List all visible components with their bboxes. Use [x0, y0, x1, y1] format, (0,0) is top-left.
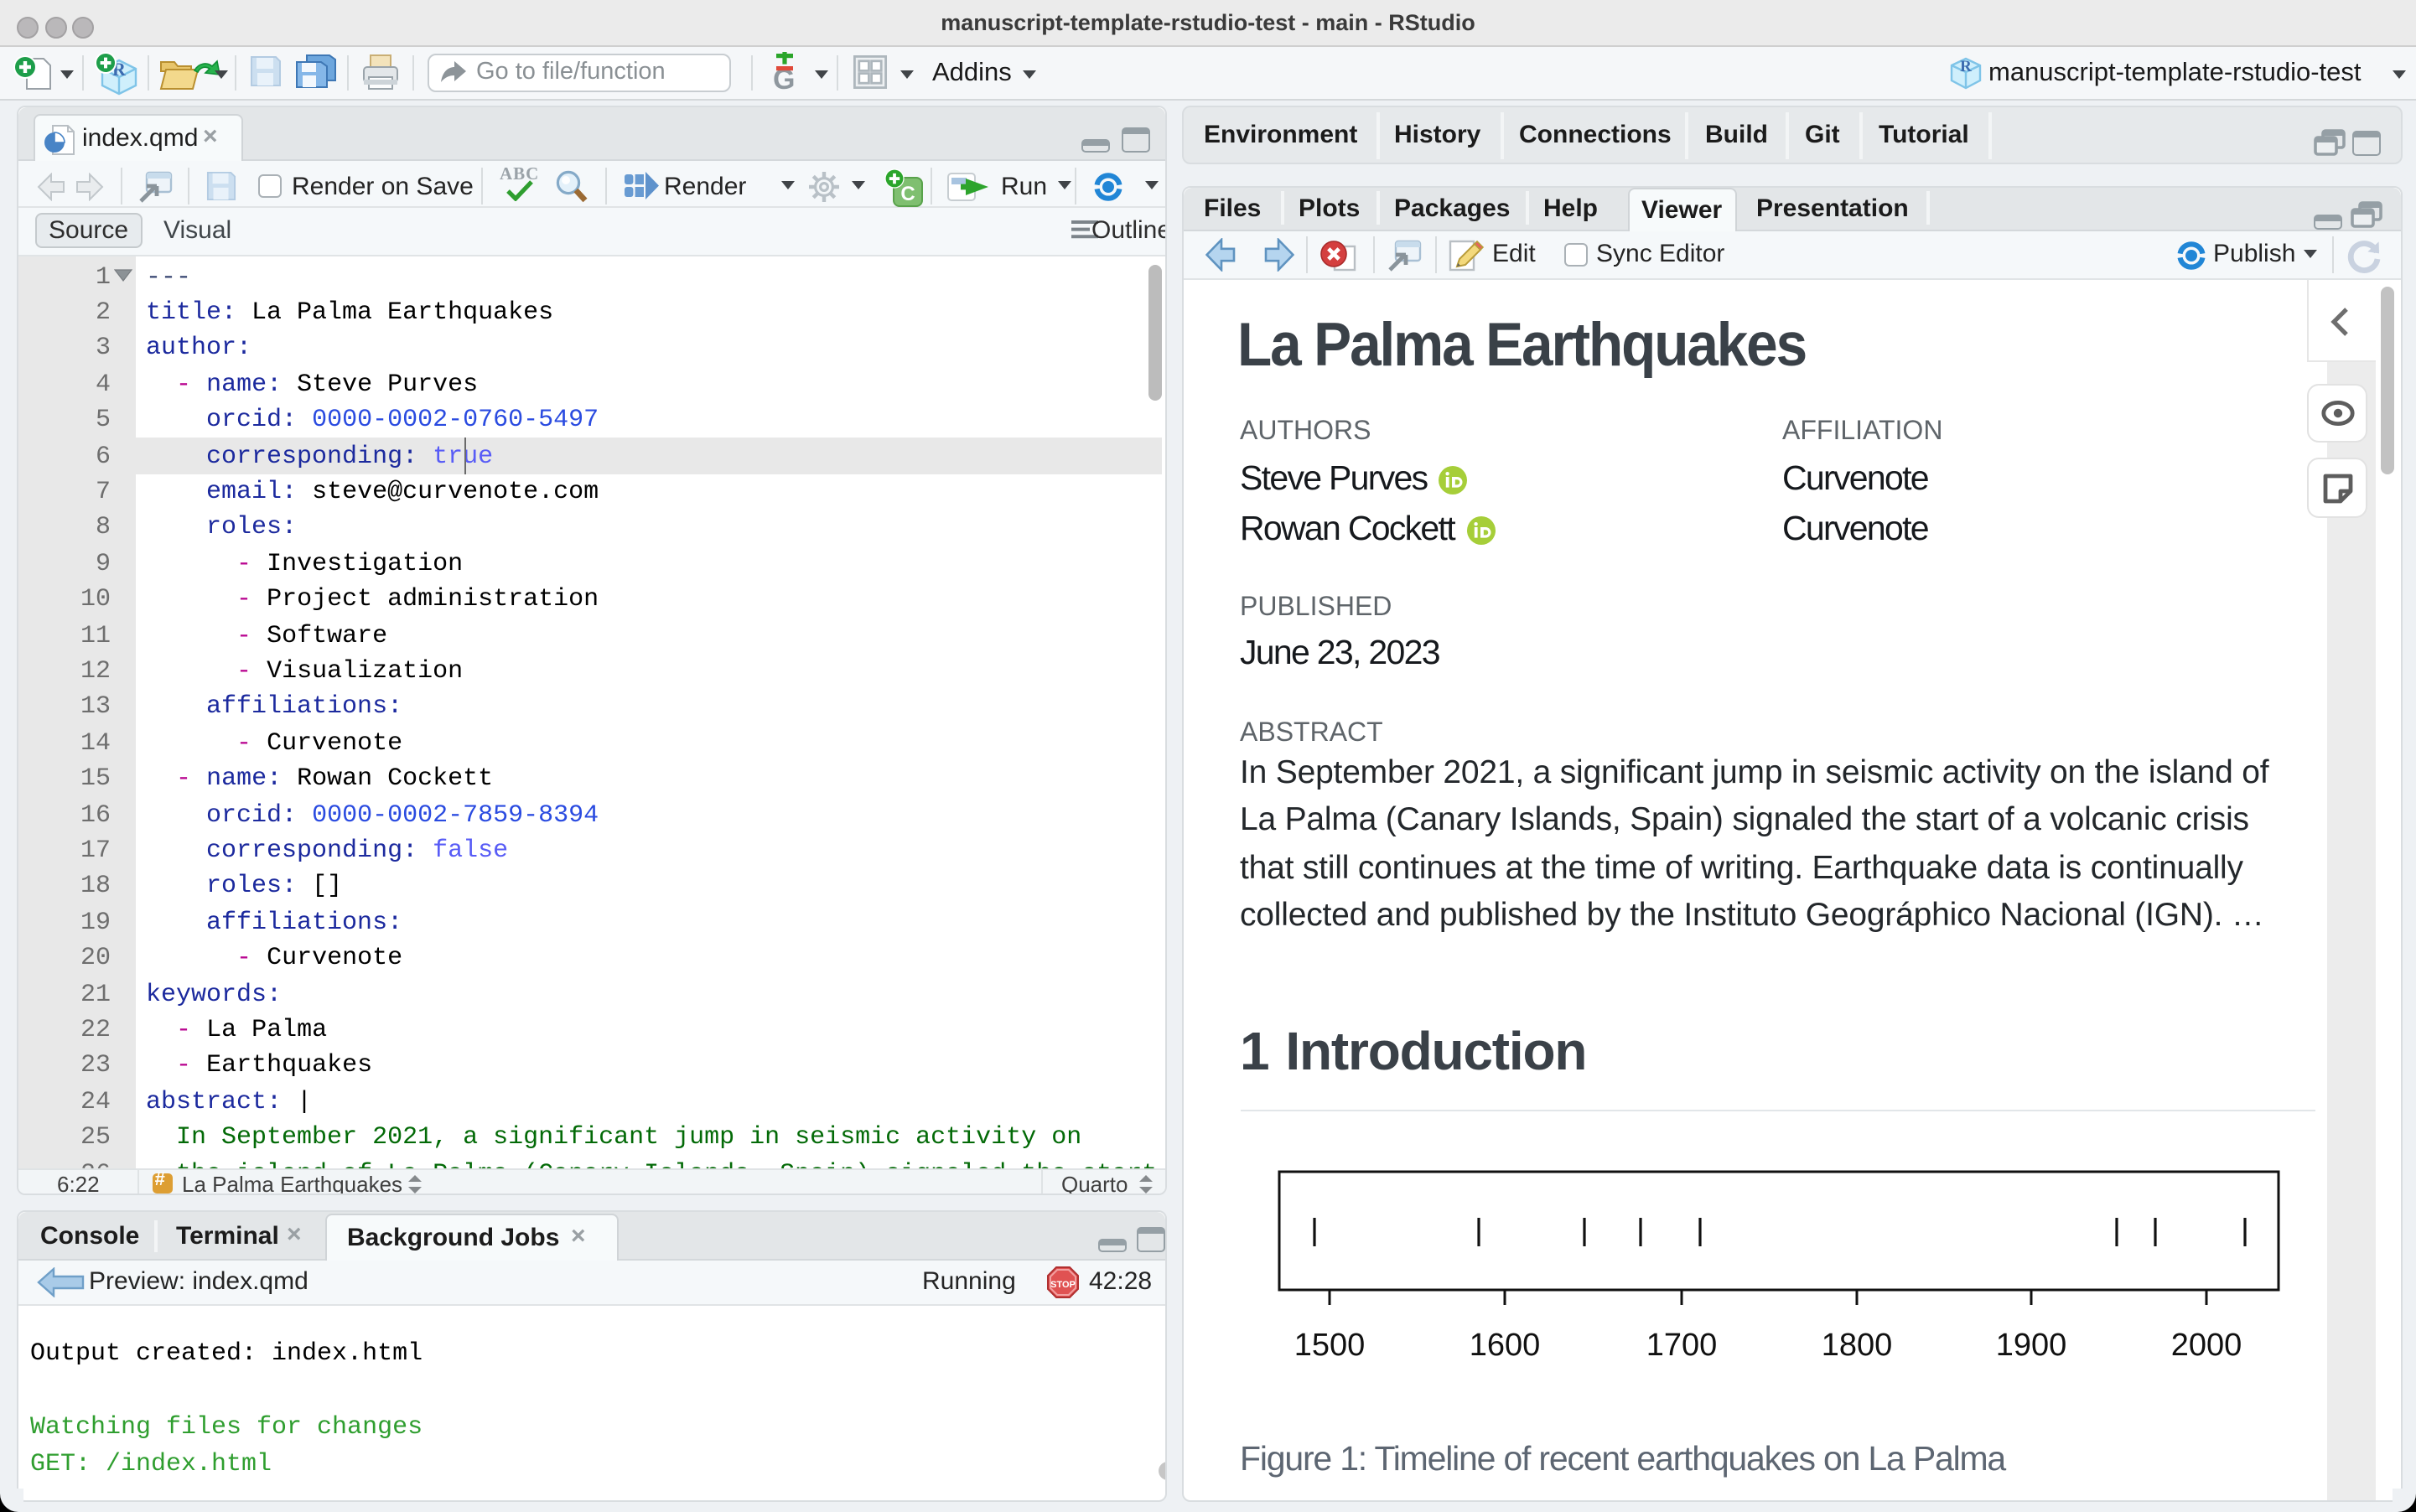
svg-text:1700: 1700: [1646, 1327, 1718, 1362]
svg-text:2000: 2000: [2171, 1327, 2242, 1362]
svg-text:1900: 1900: [1996, 1327, 2067, 1362]
svg-text:1600: 1600: [1470, 1327, 1541, 1362]
svg-text:R: R: [1960, 58, 1972, 75]
svg-text:1500: 1500: [1294, 1327, 1366, 1362]
svg-text:1800: 1800: [1822, 1327, 1893, 1362]
svg-text:STOP: STOP: [1050, 1280, 1076, 1290]
svg-text:C: C: [900, 183, 915, 205]
